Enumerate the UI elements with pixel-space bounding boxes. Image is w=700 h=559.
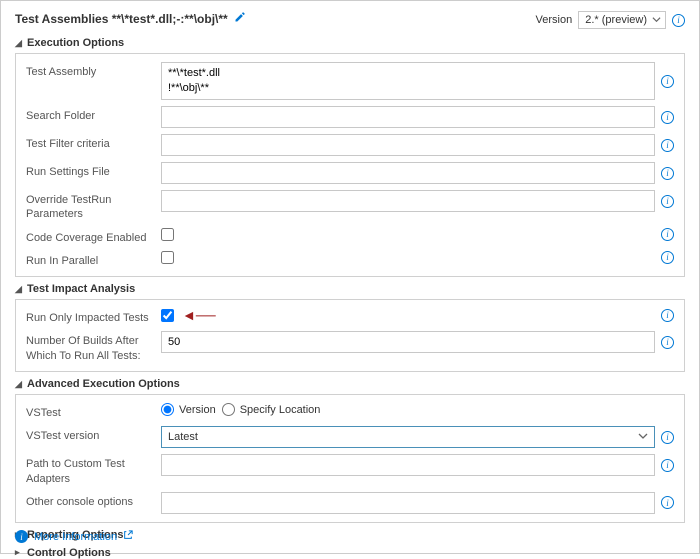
test-assembly-input[interactable]: **\*test*.dll !**\obj\**	[161, 62, 655, 100]
label-runsettings: Run Settings File	[26, 162, 161, 179]
section-test-impact[interactable]: ◢ Test Impact Analysis	[15, 283, 685, 295]
vstest-version-select[interactable]: Latest	[161, 426, 655, 448]
info-icon[interactable]: i	[661, 195, 674, 208]
section-title: Execution Options	[27, 37, 124, 49]
external-link-icon	[123, 530, 133, 543]
label-test-assembly: Test Assembly	[26, 62, 161, 79]
page-title: Test Assemblies **\*test*.dll;-:**\obj\*…	[15, 12, 228, 26]
info-icon[interactable]: i	[661, 111, 674, 124]
info-icon[interactable]: i	[661, 75, 674, 88]
version-select[interactable]: 2.* (preview)	[578, 11, 666, 29]
version-label: Version	[536, 14, 573, 26]
more-information-link[interactable]: i More Information	[15, 530, 133, 543]
section-title: Control Options	[27, 547, 111, 559]
label-adapters: Path to Custom Test Adapters	[26, 454, 161, 486]
info-icon[interactable]: i	[661, 336, 674, 349]
collapse-icon: ◢	[15, 379, 24, 390]
info-icon[interactable]: i	[661, 228, 674, 241]
label-impacted-tests: Run Only Impacted Tests	[26, 308, 161, 325]
info-icon[interactable]: i	[661, 251, 674, 264]
radio-version-input[interactable]	[161, 403, 174, 416]
filter-criteria-input[interactable]	[161, 134, 655, 156]
radio-version-label: Version	[179, 404, 216, 416]
console-options-input[interactable]	[161, 492, 655, 514]
code-coverage-checkbox[interactable]	[161, 228, 174, 241]
info-icon[interactable]: i	[661, 459, 674, 472]
info-icon[interactable]: i	[661, 496, 674, 509]
section-title: Test Impact Analysis	[27, 283, 135, 295]
search-folder-input[interactable]	[161, 106, 655, 128]
collapse-icon: ◢	[15, 38, 24, 49]
collapse-icon: ◢	[15, 284, 24, 295]
info-icon: i	[15, 530, 28, 543]
chevron-down-icon	[638, 431, 648, 444]
vstest-version-value: Latest	[168, 431, 198, 443]
override-params-input[interactable]	[161, 190, 655, 212]
info-icon[interactable]: i	[661, 167, 674, 180]
label-vstest: VSTest	[26, 403, 161, 420]
arrow-indicator-icon: ◄──	[182, 308, 216, 322]
expand-icon: ▸	[15, 547, 24, 558]
info-icon[interactable]: i	[661, 139, 674, 152]
version-value: 2.* (preview)	[585, 14, 647, 26]
label-vstest-version: VSTest version	[26, 426, 161, 443]
section-title: Advanced Execution Options	[27, 378, 180, 390]
chevron-down-icon	[652, 15, 661, 27]
section-execution-options[interactable]: ◢ Execution Options	[15, 37, 685, 49]
label-builds-after: Number Of Builds After Which To Run All …	[26, 331, 161, 363]
label-console-options: Other console options	[26, 492, 161, 509]
radio-version[interactable]: Version	[161, 403, 216, 416]
section-advanced[interactable]: ◢ Advanced Execution Options	[15, 378, 685, 390]
builds-after-input[interactable]	[161, 331, 655, 353]
section-control[interactable]: ▸ Control Options	[15, 547, 685, 559]
impacted-tests-checkbox[interactable]	[161, 309, 174, 322]
label-override-params: Override TestRun Parameters	[26, 190, 161, 222]
pencil-icon[interactable]	[234, 11, 246, 26]
run-parallel-checkbox[interactable]	[161, 251, 174, 264]
label-code-coverage: Code Coverage Enabled	[26, 228, 161, 245]
label-filter-criteria: Test Filter criteria	[26, 134, 161, 151]
info-icon[interactable]: i	[672, 14, 685, 27]
radio-location-label: Specify Location	[240, 404, 321, 416]
label-run-parallel: Run In Parallel	[26, 251, 161, 268]
radio-location-input[interactable]	[222, 403, 235, 416]
radio-location[interactable]: Specify Location	[222, 403, 321, 416]
runsettings-input[interactable]	[161, 162, 655, 184]
adapters-input[interactable]	[161, 454, 655, 476]
info-icon[interactable]: i	[661, 431, 674, 444]
info-icon[interactable]: i	[661, 309, 674, 322]
more-information-label: More Information	[34, 531, 117, 543]
label-search-folder: Search Folder	[26, 106, 161, 123]
